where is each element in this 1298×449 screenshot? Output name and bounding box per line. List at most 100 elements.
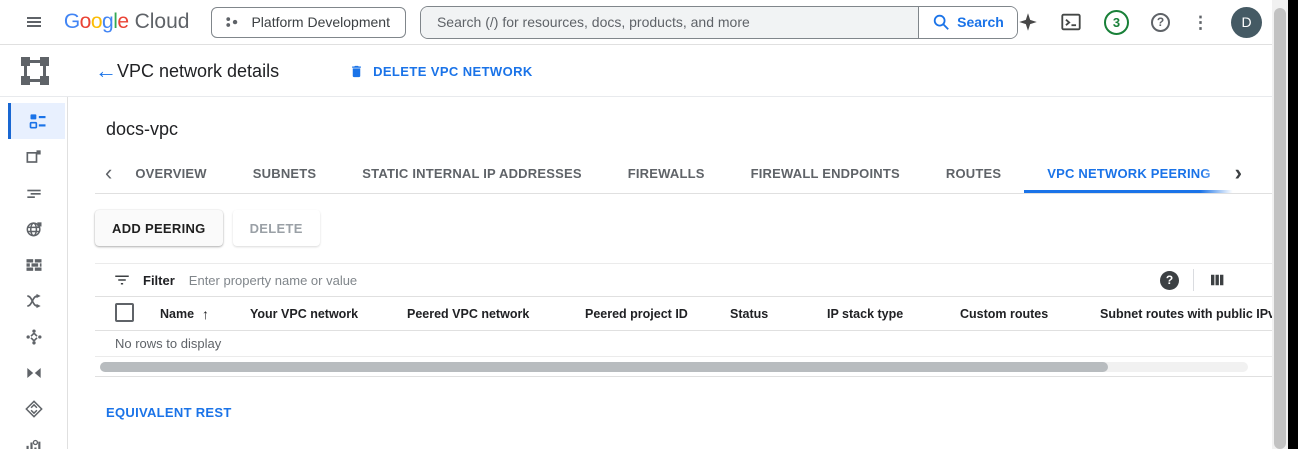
- avatar: D: [1231, 7, 1262, 38]
- tab-routes[interactable]: ROUTES: [923, 153, 1024, 193]
- search-button-label: Search: [957, 14, 1004, 30]
- sidebar-item-internal-ranges[interactable]: [0, 211, 67, 247]
- tab-label: FIREWALL ENDPOINTS: [751, 166, 900, 181]
- logo-letter: G: [64, 10, 80, 34]
- filter-input[interactable]: [187, 272, 1148, 289]
- shared-vpc-icon: [24, 363, 44, 383]
- filter-label: Filter: [143, 273, 175, 288]
- column-header-peered-project-id: Peered project ID: [585, 307, 730, 321]
- tab-label: VPC NETWORK PEERING: [1047, 166, 1210, 181]
- firewall-icon: [24, 255, 44, 275]
- equivalent-rest-link[interactable]: EQUIVALENT REST: [106, 405, 232, 420]
- hamburger-icon: [25, 13, 43, 31]
- gcp-console-window: G o o g l e Cloud Platform Development S…: [0, 0, 1298, 449]
- chevron-left-icon: ‹: [105, 160, 112, 186]
- sidebar-item-serverless-vpc-access[interactable]: [0, 391, 67, 427]
- sidebar-item-network-intelligence[interactable]: [0, 427, 67, 449]
- tab-label: ROUTES: [946, 166, 1001, 181]
- delete-peering-button[interactable]: DELETE: [233, 210, 320, 246]
- serverless-vpc-access-icon: [24, 399, 44, 419]
- column-header-subnet-routes: Subnet routes with public IPv: [1100, 307, 1272, 321]
- overflow-menu-button[interactable]: ⋮: [1192, 14, 1209, 31]
- table-filter-bar: Filter ?: [95, 263, 1272, 297]
- add-peering-button[interactable]: ADD PEERING: [95, 210, 223, 246]
- search-icon: [932, 13, 950, 31]
- column-header-status: Status: [730, 307, 827, 321]
- column-label: Name: [160, 307, 194, 321]
- vpc-network-product-icon: [16, 52, 54, 90]
- page-header: ← VPC network details DELETE VPC NETWORK: [0, 46, 1272, 97]
- peering-toolbar: ADD PEERING DELETE: [95, 210, 1272, 246]
- tab-label: STATIC INTERNAL IP ADDRESSES: [362, 166, 581, 181]
- tab-label: FIREWALLS: [628, 166, 705, 181]
- google-cloud-logo[interactable]: G o o g l e Cloud: [64, 10, 190, 34]
- gemini-button[interactable]: [1018, 12, 1038, 32]
- delete-vpc-network-label: DELETE VPC NETWORK: [373, 64, 533, 79]
- tab-firewalls[interactable]: FIREWALLS: [605, 153, 728, 193]
- global-search: Search: [420, 6, 1018, 39]
- column-header-peered-vpc-network: Peered VPC network: [407, 307, 585, 321]
- notification-count-badge: 3: [1104, 10, 1129, 35]
- sidebar-item-ip-addresses[interactable]: [0, 139, 67, 175]
- routes-icon: [24, 291, 44, 311]
- search-input[interactable]: [435, 13, 904, 31]
- trash-icon: [349, 63, 364, 80]
- chevron-right-icon: ›: [1235, 160, 1242, 185]
- browser-scrollbar-thumb[interactable]: [1274, 8, 1286, 449]
- tab-subnets[interactable]: SUBNETS: [230, 153, 340, 193]
- tab-bar: ‹ OVERVIEW SUBNETS STATIC INTERNAL IP AD…: [95, 153, 1272, 194]
- help-icon: ?: [1151, 13, 1170, 32]
- cloud-shell-icon: [1060, 11, 1082, 33]
- sort-ascending-icon: ↑: [202, 306, 209, 322]
- column-display-button[interactable]: [1208, 271, 1226, 289]
- logo-letter: o: [91, 10, 102, 34]
- select-all-checkbox[interactable]: [115, 303, 134, 322]
- back-button[interactable]: ←: [95, 60, 117, 82]
- sidebar-item-vpc-network-peering[interactable]: [0, 319, 67, 355]
- network-intelligence-icon: [24, 435, 44, 449]
- scrollbar-thumb[interactable]: [100, 362, 1108, 372]
- peering-table-card: Filter ? Name ↑: [95, 263, 1272, 377]
- search-input-area: [421, 7, 918, 38]
- project-selector[interactable]: Platform Development: [211, 7, 406, 38]
- main-menu-button[interactable]: [14, 2, 54, 42]
- account-button[interactable]: D: [1231, 7, 1262, 38]
- bring-your-own-ip-icon: [24, 183, 44, 203]
- filter-help-icon[interactable]: ?: [1160, 271, 1179, 290]
- logo-letter: e: [117, 10, 128, 34]
- overflow-menu-icon: ⋮: [1192, 14, 1209, 31]
- sidebar-item-routes[interactable]: [0, 283, 67, 319]
- table-empty-message: No rows to display: [95, 331, 1272, 357]
- browser-scrollbar: [1272, 0, 1288, 449]
- select-all-cell: [95, 303, 160, 325]
- vpc-sidebar: [0, 97, 68, 449]
- internal-ranges-icon: [24, 219, 44, 239]
- cloud-shell-button[interactable]: [1060, 11, 1082, 33]
- vpc-networks-icon: [28, 111, 48, 131]
- main-content: docs-vpc ‹ OVERVIEW SUBNETS STATIC INTER…: [68, 97, 1272, 449]
- sidebar-item-vpc-networks[interactable]: [8, 103, 65, 139]
- help-button[interactable]: ?: [1151, 13, 1170, 32]
- back-arrow-icon: ←: [95, 58, 117, 83]
- tab-static-internal-ip-addresses[interactable]: STATIC INTERNAL IP ADDRESSES: [339, 153, 604, 193]
- tab-firewall-endpoints[interactable]: FIREWALL ENDPOINTS: [728, 153, 923, 193]
- filter-icon: [113, 271, 131, 289]
- logo-cloud-text: Cloud: [135, 10, 190, 34]
- gemini-sparkle-icon: [1018, 12, 1038, 32]
- tab-scroll-right-area: ›: [1200, 153, 1272, 193]
- columns-icon: [1208, 271, 1226, 289]
- network-name: docs-vpc: [106, 119, 1272, 140]
- column-header-name[interactable]: Name ↑: [160, 306, 250, 322]
- notifications-button[interactable]: 3: [1104, 10, 1129, 35]
- sidebar-item-shared-vpc[interactable]: [0, 355, 67, 391]
- logo-letter: g: [102, 10, 113, 34]
- sidebar-item-bring-your-own-ip[interactable]: [0, 175, 67, 211]
- delete-vpc-network-button[interactable]: DELETE VPC NETWORK: [343, 62, 539, 81]
- tab-scroll-right-button[interactable]: ›: [1235, 162, 1242, 184]
- search-button[interactable]: Search: [918, 7, 1017, 38]
- logo-letter: o: [80, 10, 91, 34]
- tab-scroll-left-button[interactable]: ‹: [105, 153, 112, 193]
- tab-label: OVERVIEW: [135, 166, 206, 181]
- sidebar-item-firewall[interactable]: [0, 247, 67, 283]
- tab-overview[interactable]: OVERVIEW: [112, 153, 229, 193]
